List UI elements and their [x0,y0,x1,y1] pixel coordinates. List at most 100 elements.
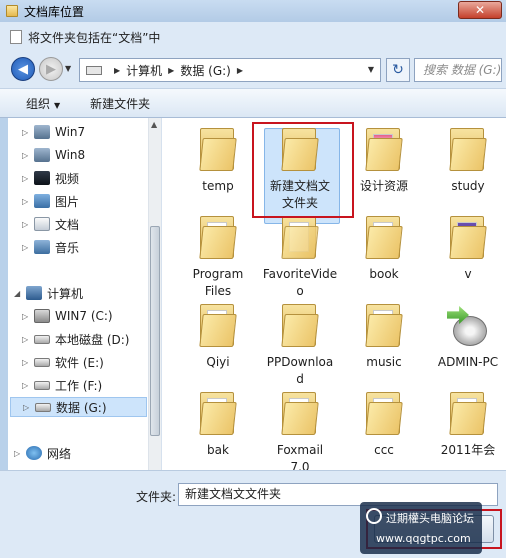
new-folder-button[interactable]: 新建文件夹 [90,95,150,112]
drive-icon [34,380,50,390]
drive-icon [86,65,102,75]
expand-icon[interactable]: ▷ [22,243,34,252]
folder-item[interactable]: Qiyi [174,302,262,371]
nav-item-label: 文档 [55,217,80,232]
nav-item-drive-g[interactable]: ▷ 数据 (G:) [10,397,147,417]
nav-item-win7[interactable]: ▷ Win7 [22,122,85,142]
nav-item-drive-c[interactable]: ▷ WIN7 (C:) [22,306,113,326]
folder-icon [197,126,239,172]
folder-item[interactable]: bak [174,390,262,459]
scrollbar-thumb[interactable] [150,226,160,436]
folder-item[interactable]: book [340,214,428,283]
folder-with-files-icon [197,302,239,348]
nav-item-label: 工作 (F:) [55,378,103,393]
folder-label: music [366,355,402,369]
folder-with-files-icon [363,126,405,172]
refresh-button[interactable]: ↻ [386,58,410,82]
folder-with-files-icon [279,214,321,260]
computer-icon [26,286,42,300]
nav-item-drive-e[interactable]: ▷ 软件 (E:) [22,352,104,372]
nav-item-pictures[interactable]: ▷ 图片 [22,191,79,211]
nav-item-label: 音乐 [55,240,80,255]
nav-item-label: Win7 [55,125,86,139]
folder-icon [6,5,18,17]
address-row: ◀ ▶ ▼ ▶ 计算机 ▶ 数据 (G:) ▶ ▼ ↻ 搜索 数据 (G:) [0,52,506,88]
drive-icon [34,334,50,344]
folder-label: Qiyi [206,355,230,369]
expand-icon[interactable]: ▷ [22,358,34,367]
nav-item-win8[interactable]: ▷ Win8 [22,145,85,165]
documents-library-icon [34,217,50,231]
expand-icon[interactable]: ▷ [22,174,34,183]
folder-with-files-icon [197,390,239,436]
folder-label: FavoriteVideo [262,267,338,298]
folder-label: bak [207,443,229,457]
folder-with-files-icon [447,214,489,260]
forward-button[interactable]: ▶ [39,57,63,81]
computer-item[interactable]: ADMIN-PC [424,302,506,371]
nav-item-label: 软件 (E:) [55,355,104,370]
folder-item[interactable]: v [424,214,506,283]
nav-item-drive-d[interactable]: ▷ 本地磁盘 (D:) [22,329,129,349]
nav-item-label: Win8 [55,148,86,162]
expand-icon[interactable]: ▷ [22,335,34,344]
expand-icon[interactable]: ▷ [23,403,35,412]
folder-label: v [464,267,472,281]
nav-item-label: 数据 (G:) [56,400,107,415]
nav-item-drive-f[interactable]: ▷ 工作 (F:) [22,375,102,395]
expand-icon[interactable]: ▷ [14,449,26,458]
expand-icon[interactable]: ▷ [22,128,34,137]
folder-item[interactable]: temp [174,126,262,195]
folder-label: ccc [374,443,394,457]
folder-item[interactable]: FavoriteVideo [256,214,344,300]
nav-item-documents[interactable]: ▷ 文档 [22,214,79,234]
close-button[interactable]: ✕ [458,1,502,19]
nav-item-label: 本地磁盘 (D:) [55,332,130,347]
nav-item-music[interactable]: ▷ 音乐 [22,237,79,257]
chevron-right-icon[interactable]: ▶ [168,66,174,75]
organize-label: 组织 [26,96,51,111]
expand-icon[interactable]: ▷ [22,312,34,321]
nav-item-label: 网络 [47,446,72,461]
organize-menu[interactable]: 组织 ▼ [26,95,60,112]
folder-item[interactable]: music [340,302,428,371]
nav-scrollbar[interactable]: ▲ [148,118,161,470]
nav-item-network[interactable]: ▷ 网络 [14,443,71,463]
nav-item-label: 图片 [55,194,80,209]
folder-item[interactable]: PPDownload [256,302,344,388]
network-icon [26,446,42,460]
nav-item-videos[interactable]: ▷ 视频 [22,168,79,188]
breadcrumb-computer[interactable]: 计算机 [126,62,162,79]
navigation-pane[interactable]: ▷ Win7 ▷ Win8 ▷ 视频 ▷ 图片 ▷ 文档 ▷ 音乐 ◢ 计算机 … [8,118,162,470]
logo-icon [366,508,382,524]
address-dropdown-icon[interactable]: ▼ [368,65,374,74]
folder-item[interactable]: Foxmail 7.0 [256,390,344,470]
collapse-icon[interactable]: ◢ [14,289,26,298]
folder-item[interactable]: 2011年会 [424,390,506,459]
expand-icon[interactable]: ▷ [22,220,34,229]
recent-pages-dropdown[interactable]: ▼ [65,64,71,73]
chevron-right-icon[interactable]: ▶ [237,66,243,75]
breadcrumb-drive-g[interactable]: 数据 (G:) [180,62,231,79]
address-bar[interactable]: ▶ 计算机 ▶ 数据 (G:) ▶ ▼ [79,58,381,82]
nav-item-label: WIN7 (C:) [55,309,113,323]
toolbar: 组织 ▼ 新建文件夹 [0,88,506,118]
folder-label: Foxmail 7.0 [276,443,324,470]
nav-item-computer[interactable]: ◢ 计算机 [14,283,83,303]
chevron-right-icon[interactable]: ▶ [114,66,120,75]
folder-icon [447,126,489,172]
scroll-up-icon[interactable]: ▲ [151,120,157,129]
window-title: 文档库位置 [24,4,85,19]
expand-icon[interactable]: ▷ [22,381,34,390]
search-input[interactable]: 搜索 数据 (G:) [414,58,502,82]
folder-with-files-icon [447,390,489,436]
video-library-icon [34,171,50,185]
folder-item[interactable]: study [424,126,506,195]
expand-icon[interactable]: ▷ [22,197,34,206]
expand-icon[interactable]: ▷ [22,151,34,160]
folder-item[interactable]: Program Files [174,214,262,300]
library-icon [34,125,50,139]
back-button[interactable]: ◀ [11,57,35,81]
folder-label: Program Files [192,267,244,298]
folder-item[interactable]: ccc [340,390,428,459]
